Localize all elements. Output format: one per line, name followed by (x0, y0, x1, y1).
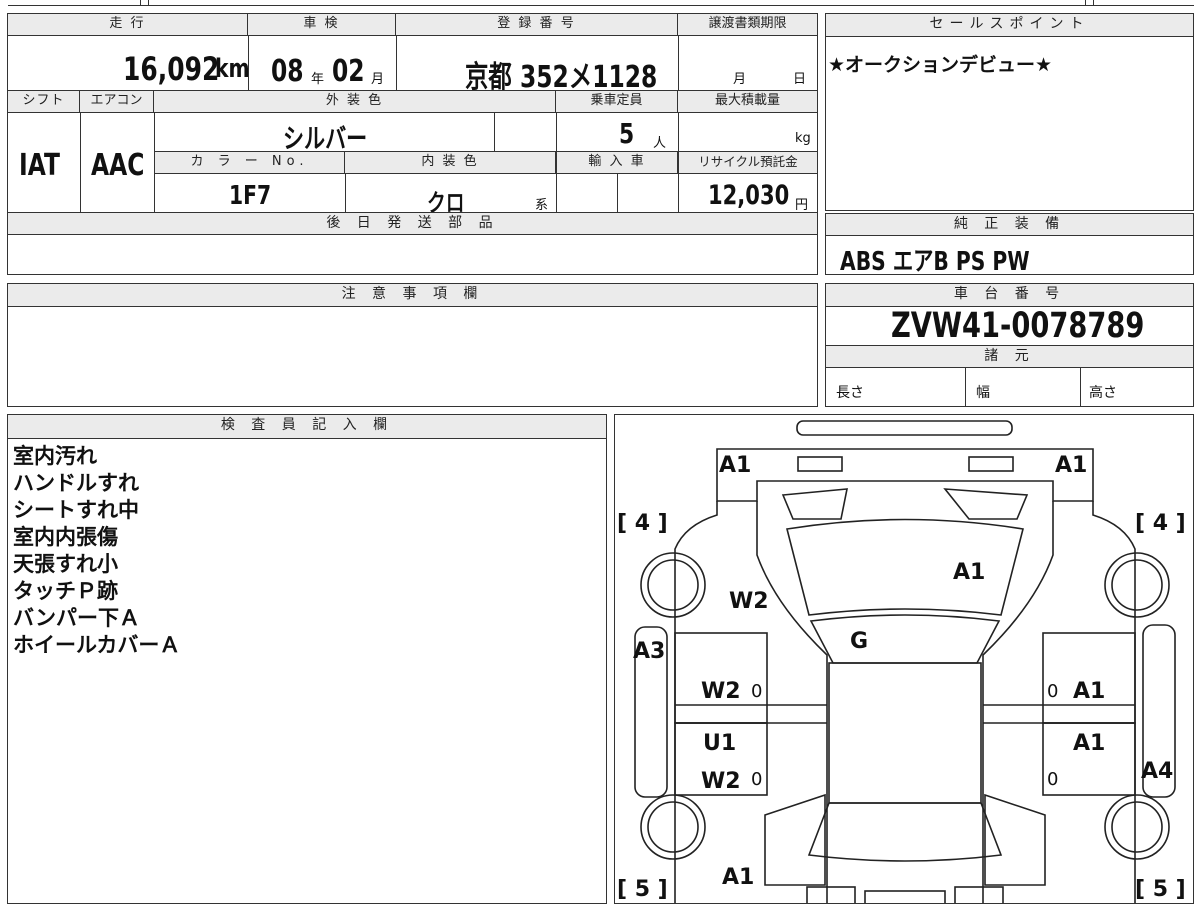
damage-mark: A3 (633, 639, 666, 664)
tire-rating: [ 5 ] (1135, 877, 1186, 902)
aircon-value: AAC (91, 148, 145, 183)
sales-point-label: セールスポイント (826, 14, 1193, 37)
recycle-deposit-label: リサイクル預託金 (679, 152, 817, 174)
import-label: 輸 入 車 (557, 152, 678, 174)
aircon-label: エアコン (80, 91, 154, 113)
genuine-equipment-panel: 純 正 装 備 ABS エアB PS PW (825, 213, 1194, 277)
inspector-note-line: タッチＰ跡 (13, 579, 118, 603)
registration-label: 登 録 番 号 (396, 14, 678, 36)
inspector-note-line: シートすれ中 (13, 498, 139, 522)
damage-mark: A1 (1055, 453, 1088, 478)
car-outline-diagram (634, 420, 1176, 903)
damage-mark: G (850, 629, 869, 654)
car-diagram-panel: A1 A1 A1 W2 G A3 W2 A1 U1 A1 W2 A4 A1 0 … (614, 414, 1194, 904)
interior-color-suffix: 系 (535, 198, 549, 213)
damage-mark: A1 (1073, 679, 1106, 704)
later-parts-label: 後 日 発 送 部 品 (8, 213, 817, 235)
inspector-label: 検 査 員 記 入 欄 (8, 415, 606, 439)
inspector-note-line: ハンドルすれ (13, 471, 139, 495)
inspection-label: 車 検 (248, 14, 396, 36)
damage-mark: U1 (703, 731, 737, 756)
recycle-deposit-unit: 円 (795, 198, 809, 213)
mileage-unit: km (215, 54, 250, 84)
recycle-deposit-value: 12,030 (708, 180, 790, 211)
genuine-equipment-label: 純 正 装 備 (826, 214, 1193, 236)
max-load-label: 最大積載量 (678, 91, 817, 113)
color-number-label: カ ラ ー No. (155, 152, 345, 174)
tire-rating: [ 4 ] (617, 511, 668, 536)
mileage-label: 走 行 (8, 14, 248, 36)
damage-mark: W2 (701, 769, 741, 794)
shift-label: シフト (8, 91, 80, 113)
genuine-equipment-text: ABS エアB PS PW (840, 247, 1030, 277)
inspector-note-line: ホイールカバーＡ (13, 633, 181, 657)
inspector-note-line: 室内汚れ (13, 444, 97, 468)
tire-rating: [ 5 ] (617, 877, 668, 902)
chassis-number-value: ZVW41-0078789 (891, 306, 1145, 346)
vehicle-info-table: 走 行 車 検 登 録 番 号 譲渡書類期限 16,092 km 08 年 02… (7, 13, 818, 275)
minor-mark: 0 (1047, 681, 1059, 702)
interior-color-label: 内 装 色 (345, 152, 556, 174)
sales-point-panel: セールスポイント ★オークションデビュー★ (825, 13, 1194, 211)
inspector-note-line: バンパー下Ａ (13, 606, 141, 630)
damage-mark: A1 (719, 453, 752, 478)
damage-mark: W2 (729, 589, 769, 614)
inspector-note-line: 天張すれ小 (13, 552, 118, 576)
capacity-label: 乗車定員 (556, 91, 678, 113)
inspector-panel: 検 査 員 記 入 欄 室内汚れ ハンドルすれ シートすれ中 室内内張傷 天張す… (7, 414, 607, 904)
capacity-value: 5 (619, 117, 635, 150)
inspection-month-unit: 月 (371, 72, 385, 87)
shift-value: IAT (19, 148, 60, 183)
width-label: 幅 (976, 385, 990, 401)
sales-point-text: ★オークションデビュー★ (828, 54, 1053, 76)
transfer-deadline-label: 譲渡書類期限 (678, 14, 817, 36)
minor-mark: 0 (1047, 769, 1059, 790)
damage-mark: A1 (722, 865, 755, 890)
top-strip (0, 0, 1200, 6)
inspection-year: 08 (271, 54, 304, 89)
inspection-year-unit: 年 (311, 72, 325, 87)
tire-rating: [ 4 ] (1135, 511, 1186, 536)
damage-mark: W2 (701, 679, 741, 704)
transfer-day-unit: 日 (793, 72, 807, 87)
chassis-number-label: 車 台 番 号 (826, 284, 1193, 307)
damage-mark: A1 (1073, 731, 1106, 756)
height-label: 高さ (1089, 385, 1117, 401)
damage-mark: A1 (953, 560, 986, 585)
inspector-note-line: 室内内張傷 (13, 525, 118, 549)
specifications-label: 諸 元 (826, 345, 1193, 368)
notes-label: 注 意 事 項 欄 (8, 284, 817, 307)
inspection-month: 02 (332, 54, 365, 89)
length-label: 長さ (836, 385, 864, 401)
inspector-notes-list: 室内汚れ ハンドルすれ シートすれ中 室内内張傷 天張すれ小 タッチＰ跡 バンパ… (13, 443, 180, 659)
transfer-month-unit: 月 (733, 72, 747, 87)
notes-panel: 注 意 事 項 欄 (7, 283, 818, 407)
mileage-value: 16,092 (123, 50, 220, 88)
color-number-value: 1F7 (229, 181, 272, 211)
minor-mark: 0 (751, 769, 763, 790)
minor-mark: 0 (751, 681, 763, 702)
chassis-panel: 車 台 番 号 ZVW41-0078789 諸 元 長さ 幅 高さ (825, 283, 1194, 407)
exterior-color-label: 外 装 色 (154, 91, 556, 113)
damage-mark: A4 (1141, 759, 1174, 784)
capacity-unit: 人 (653, 136, 667, 151)
max-load-unit: kg (795, 131, 811, 146)
